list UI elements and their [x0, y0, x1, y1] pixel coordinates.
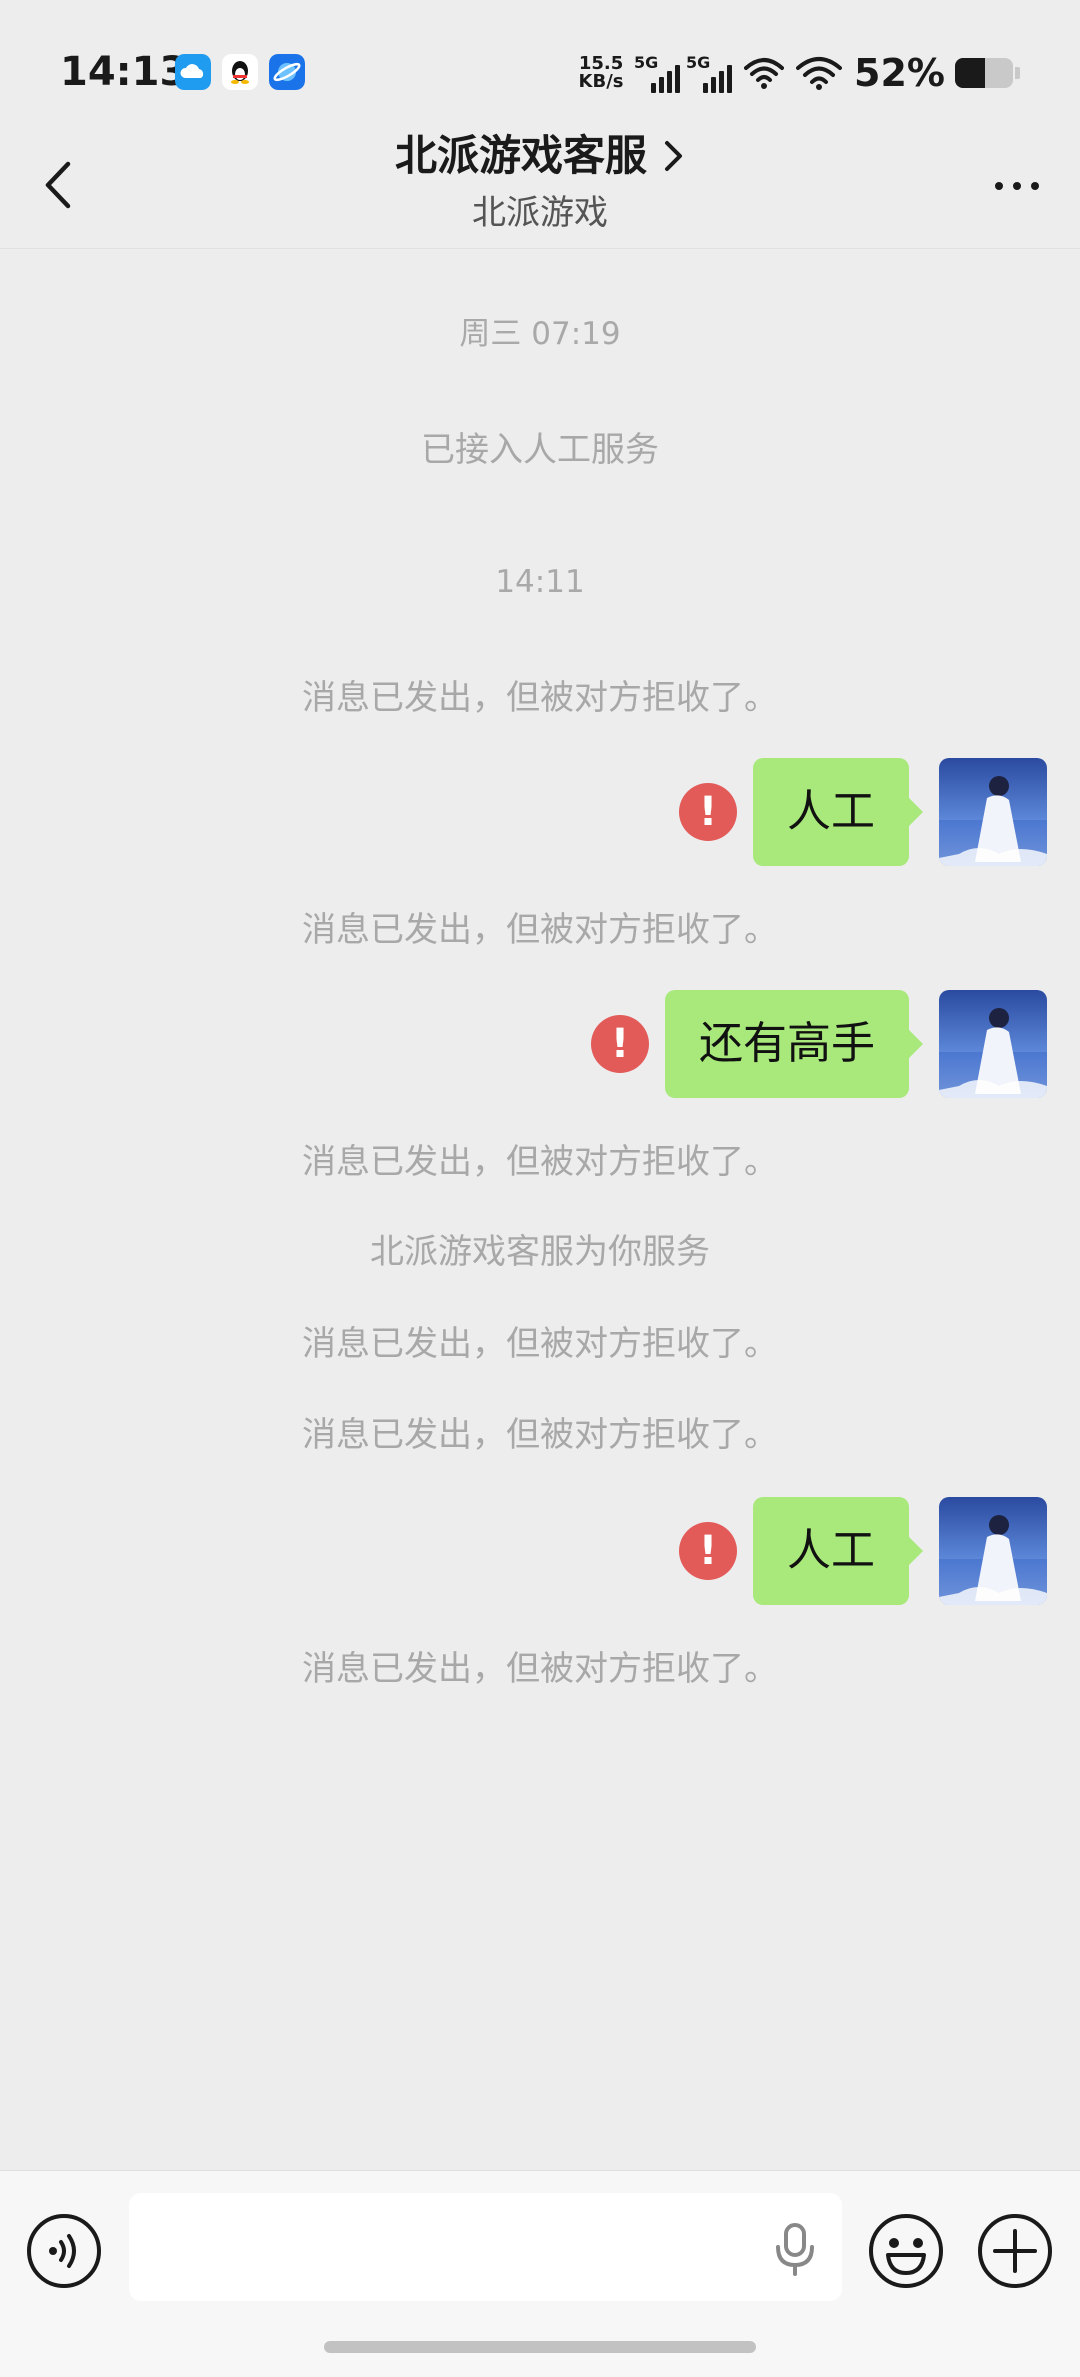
add-more-icon[interactable] — [975, 2211, 1055, 2291]
home-indicator[interactable] — [324, 2341, 756, 2353]
sent-message: ! 人工 — [679, 758, 1047, 866]
user-avatar[interactable] — [939, 1497, 1047, 1605]
message-bubble[interactable]: 还有高手 — [665, 990, 923, 1098]
rejected-notice: 消息已发出，但被对方拒收了。 — [302, 910, 778, 950]
voice-mode-icon[interactable] — [24, 2211, 104, 2291]
rejected-notice: 消息已发出，但被对方拒收了。 — [302, 1142, 778, 1182]
send-failed-icon[interactable]: ! — [679, 783, 737, 841]
rejected-notice: 消息已发出，但被对方拒收了。 — [302, 1415, 778, 1455]
emoji-icon[interactable] — [866, 2211, 946, 2291]
system-notice: 北派游戏客服为你服务 — [370, 1232, 710, 1272]
user-avatar[interactable] — [939, 990, 1047, 1098]
timestamp: 14:11 — [495, 564, 585, 600]
send-failed-icon[interactable]: ! — [591, 1015, 649, 1073]
rejected-notice: 消息已发出，但被对方拒收了。 — [302, 1649, 778, 1689]
message-input[interactable] — [129, 2193, 842, 2301]
system-notice: 已接入人工服务 — [421, 430, 659, 470]
timestamp: 周三 07:19 — [459, 316, 621, 352]
message-bubble[interactable]: 人工 — [753, 1497, 923, 1605]
sent-message: ! 人工 — [679, 1497, 1047, 1605]
send-failed-icon[interactable]: ! — [679, 1522, 737, 1580]
user-avatar[interactable] — [939, 758, 1047, 866]
microphone-icon[interactable] — [770, 2221, 820, 2277]
message-bubble[interactable]: 人工 — [753, 758, 923, 866]
rejected-notice: 消息已发出，但被对方拒收了。 — [302, 678, 778, 718]
message-list[interactable]: 周三 07:19 已接入人工服务 14:11 消息已发出，但被对方拒收了。 ! … — [0, 0, 1080, 2170]
rejected-notice: 消息已发出，但被对方拒收了。 — [302, 1324, 778, 1364]
sent-message: ! 还有高手 — [591, 990, 1047, 1098]
